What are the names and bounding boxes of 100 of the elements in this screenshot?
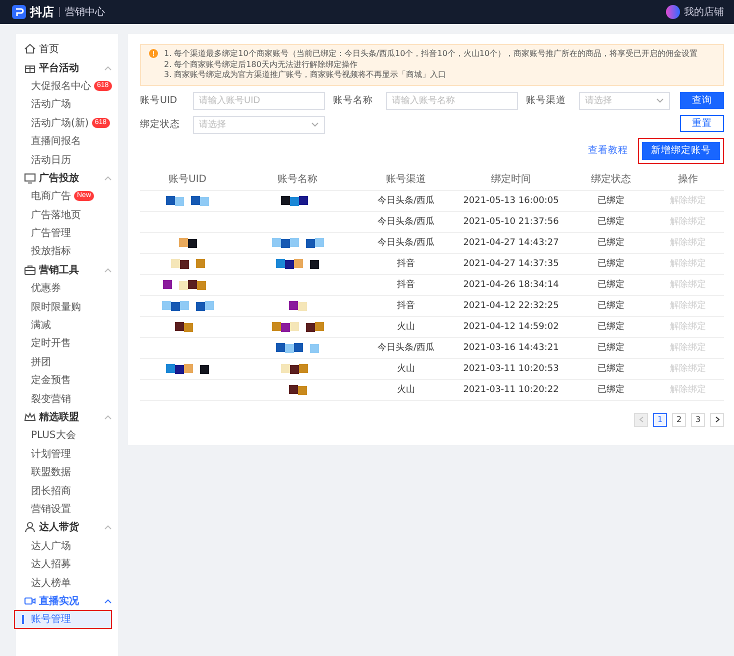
redaction-mosaic bbox=[178, 236, 196, 248]
table-cell-text: 抖音 bbox=[396, 258, 416, 270]
notice-text: 1. 每个渠道最多绑定10个商家账号（当前已绑定：今日头条/西瓜10个，抖音10个，火山10个），商家账号推广所在的商品，将享受已开启的佣金设置 bbox=[164, 49, 698, 60]
table-cell-text: 2021-04-12 14:59:02 bbox=[462, 322, 560, 332]
nav-label: 活动日历 bbox=[31, 154, 71, 167]
home-icon bbox=[24, 43, 36, 56]
redaction-mosaic bbox=[276, 342, 319, 354]
person-icon bbox=[24, 521, 36, 534]
redaction-mosaic bbox=[288, 384, 306, 396]
nav-item[interactable]: 计划管理 bbox=[14, 444, 112, 463]
nav-item[interactable]: 限时限量购 bbox=[14, 297, 112, 316]
chevron-left-icon bbox=[638, 416, 644, 423]
add-account-button[interactable]: 新增绑定账号 bbox=[642, 142, 720, 160]
page-button[interactable]: 2 bbox=[672, 412, 686, 426]
nav-item[interactable]: 广告管理 bbox=[14, 224, 112, 242]
table-cell-text: 2021-04-12 22:32:25 bbox=[462, 300, 560, 310]
redaction-mosaic bbox=[166, 194, 209, 206]
monitor-icon bbox=[24, 172, 36, 184]
nav-item[interactable]: 活动日历 bbox=[14, 150, 112, 169]
nav-item[interactable]: 拼团 bbox=[14, 352, 112, 372]
nav-label: 广告落地页 bbox=[31, 208, 81, 222]
nav-label: 投放指标 bbox=[31, 244, 71, 258]
toolbox-icon bbox=[24, 264, 36, 276]
warning-icon bbox=[149, 49, 158, 58]
nav-label: 定金预售 bbox=[31, 374, 71, 388]
field-label: 绑定状态 bbox=[140, 118, 181, 131]
nav-item[interactable]: 优惠券 bbox=[14, 279, 112, 298]
table-cell-text: 已绑定 bbox=[596, 258, 626, 270]
nav-item[interactable]: 首页 bbox=[16, 40, 118, 58]
table-cell-text: 已绑定 bbox=[596, 300, 626, 312]
table-cell-text: 已绑定 bbox=[596, 236, 626, 249]
table-cell-text: 已绑定 bbox=[596, 342, 626, 354]
nav-label: 拼团 bbox=[31, 356, 51, 369]
table-cell-text: 2021-03-11 10:20:22 bbox=[462, 384, 560, 394]
reset-button[interactable]: 重置 bbox=[680, 114, 724, 132]
table-cell-text: 2021-04-27 14:37:35 bbox=[462, 258, 560, 268]
chevron-right-icon bbox=[714, 416, 720, 423]
table-cell-text: 已绑定 bbox=[596, 320, 626, 333]
nav-item[interactable]: 满减 bbox=[14, 316, 112, 334]
table-cell-text: 已绑定 bbox=[596, 384, 626, 396]
nav-item[interactable]: 营销设置 bbox=[14, 500, 112, 518]
crown-icon bbox=[24, 411, 36, 423]
input-field[interactable]: 请输入账号名称 bbox=[386, 92, 518, 110]
nav-group[interactable]: 达人带货 bbox=[16, 518, 118, 537]
table-cell-text: 已绑定 bbox=[596, 194, 626, 207]
nav-item[interactable]: 投放指标 bbox=[14, 242, 112, 261]
redaction-mosaic bbox=[288, 300, 306, 312]
search-button[interactable]: 查询 bbox=[680, 92, 724, 108]
table-cell-text: 2021-05-10 21:37:56 bbox=[462, 216, 560, 226]
video-icon bbox=[24, 594, 36, 607]
nav-item[interactable]: PLUS大会 bbox=[14, 426, 112, 445]
table-cell-text: 已绑定 bbox=[596, 216, 626, 228]
table-cell-text: 2021-03-11 10:20:53 bbox=[462, 364, 560, 374]
nav-item[interactable]: 达人榜单 bbox=[14, 573, 112, 592]
nav-group[interactable]: 直播实况 bbox=[16, 592, 118, 610]
nav-label: 限时限量购 bbox=[31, 300, 81, 314]
table-cell-text: 已绑定 bbox=[596, 362, 626, 375]
nav-item[interactable]: 达人广场 bbox=[14, 536, 112, 555]
input-field[interactable]: 请输入账号UID bbox=[193, 92, 325, 110]
section-title: 营销中心 bbox=[65, 6, 105, 19]
nav-item[interactable]: 定时开售 bbox=[14, 334, 112, 353]
nav-label: 直播间报名 bbox=[31, 134, 81, 148]
nav-item[interactable]: 账号管理 bbox=[14, 610, 112, 628]
nav-group[interactable]: 营销工具 bbox=[16, 260, 118, 280]
table-cell-text: 抖音 bbox=[396, 300, 416, 312]
table-cell-text: 2021-04-27 14:43:27 bbox=[462, 238, 560, 248]
nav-group[interactable]: 精选联盟 bbox=[16, 408, 118, 426]
tutorial-link[interactable]: 查看教程 bbox=[588, 144, 628, 157]
nav-label: 裂变营销 bbox=[31, 392, 71, 406]
nav-item[interactable]: 裂变营销 bbox=[14, 389, 112, 408]
nav-label: 活动广场 bbox=[31, 98, 71, 112]
column-header: 操作 bbox=[677, 172, 699, 186]
nav-group[interactable]: 广告投放 bbox=[16, 168, 118, 188]
table-cell-text: 2021-03-16 14:43:21 bbox=[462, 342, 560, 352]
nav-item[interactable]: 联盟数据 bbox=[14, 462, 112, 482]
nav-item[interactable]: 定金预售 bbox=[14, 371, 112, 390]
table-cell-text: 火山 bbox=[396, 362, 416, 375]
nav-item[interactable]: 广告落地页 bbox=[14, 206, 112, 224]
table-cell-text: 今日头条/西瓜 bbox=[376, 216, 436, 228]
avatar[interactable] bbox=[666, 5, 680, 19]
nav-item[interactable]: 达人招募 bbox=[14, 554, 112, 574]
nav-item[interactable]: 直播间报名 bbox=[14, 132, 112, 150]
redaction-mosaic bbox=[276, 258, 319, 270]
logo-icon bbox=[12, 5, 26, 19]
field-label: 账号渠道 bbox=[526, 94, 567, 107]
nav-label: 营销设置 bbox=[31, 502, 71, 516]
nav-item[interactable]: 团长招商 bbox=[14, 481, 112, 500]
field-label: 账号UID bbox=[140, 94, 178, 107]
nav-label: PLUS大会 bbox=[31, 428, 76, 442]
column-header: 绑定状态 bbox=[590, 172, 632, 186]
table-cell-text: 火山 bbox=[396, 320, 416, 333]
nav-group[interactable]: 平台活动 bbox=[16, 58, 118, 77]
page-button[interactable]: 3 bbox=[691, 412, 705, 426]
user-name[interactable]: 我的店铺 bbox=[684, 5, 724, 19]
next-page-button[interactable] bbox=[710, 412, 724, 426]
table-cell-text: 2021-04-26 18:34:14 bbox=[462, 280, 560, 290]
nav-item[interactable]: 活动广场 bbox=[14, 95, 112, 114]
page-button[interactable]: 1 bbox=[653, 412, 667, 426]
column-header: 账号UID bbox=[168, 172, 208, 186]
logo-text: 抖店 bbox=[30, 4, 54, 20]
